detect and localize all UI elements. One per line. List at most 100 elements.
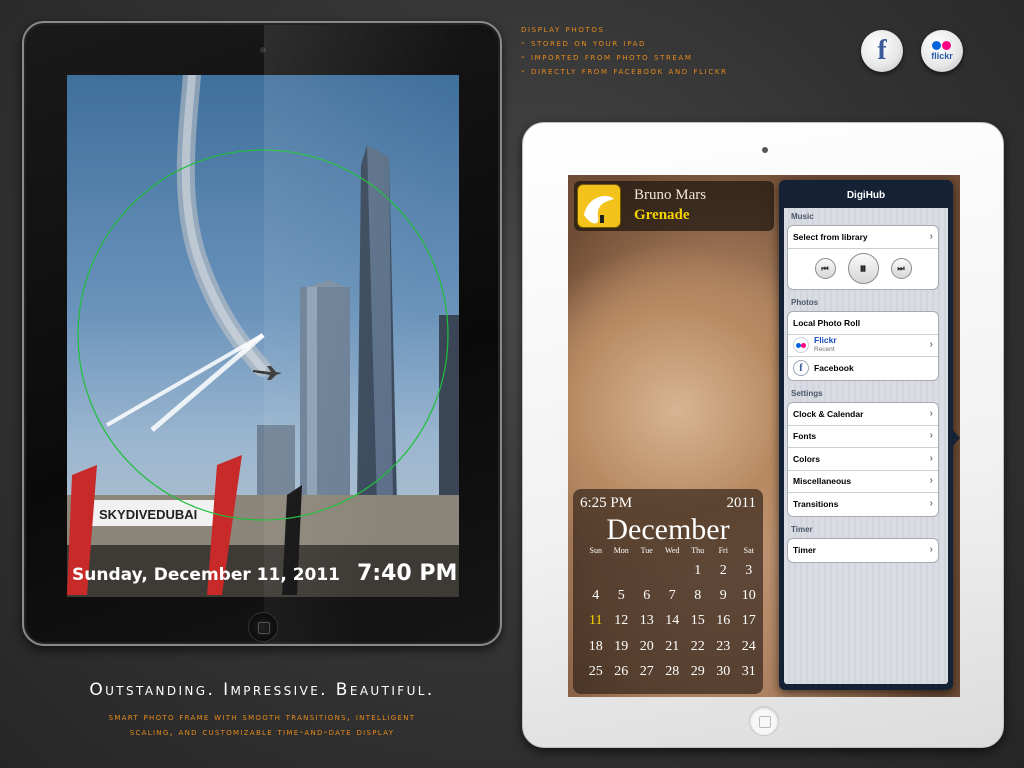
calendar-day: 23	[716, 638, 731, 654]
row-label: Timer	[793, 545, 816, 556]
calendar-day: 11	[589, 613, 603, 629]
popover-arrow	[952, 429, 960, 447]
home-button[interactable]	[248, 612, 278, 642]
facebook-row[interactable]: f Facebook	[788, 357, 938, 380]
calendar-day: 7	[668, 588, 676, 604]
weekday-label: Wed	[665, 546, 680, 555]
chevron-right-icon: ›	[929, 230, 933, 242]
calendar-day	[660, 563, 686, 588]
calendar-grid: 1 2 3 4 5 6 7 8 9 10 11 12 13 14 15 16 17 18 19 20 21 22 23 24 2…	[583, 563, 762, 689]
calendar-day: 28	[665, 663, 680, 679]
calendar-day: 3	[745, 563, 753, 578]
row-sublabel: Recent	[814, 346, 835, 354]
popover-title: DigiHub	[846, 190, 886, 201]
calendar-day: 4	[592, 588, 600, 604]
chevron-right-icon: ›	[929, 430, 933, 442]
chevron-right-icon: ›	[929, 498, 933, 510]
weekday-label: Fri	[718, 546, 728, 555]
calendar-widget: 6:25 PM 20 11 December Sun Mon Tue Wed Th…	[573, 489, 763, 694]
flickr-wordmark: flickr	[931, 51, 953, 61]
calendar-day: 22	[690, 638, 705, 654]
promo-subtext-line: smart photo frame with smooth transition…	[108, 712, 416, 723]
feature-list: display photos - stored on your iPad - i…	[521, 23, 728, 79]
flickr-icon: flickr	[931, 41, 953, 61]
calendar-day: 24	[741, 638, 756, 654]
settings-group: Clock & Calendar › Fonts › Colors › Misc…	[787, 402, 939, 517]
weekday-label: Thu	[691, 546, 705, 555]
music-group: Select from library › ⏮ ⏸ ⏭	[787, 225, 939, 290]
photo-frame-screen[interactable]: SKYDIVEDUBAI Sunday, December 11, 2011 7…	[67, 75, 459, 597]
grenade-album-icon	[584, 196, 614, 224]
chevron-right-icon: ›	[929, 475, 933, 487]
calendar-day: 18	[588, 638, 603, 654]
facebook-icon: f	[877, 35, 887, 66]
calendar-day: 14	[665, 613, 680, 629]
now-playing-panel[interactable]: Bruno Mars Grenade	[574, 181, 774, 231]
calendar-day: 27	[639, 663, 654, 679]
calendar-day: 10	[741, 588, 756, 604]
calendar-day: 5	[617, 588, 625, 604]
flickr-button[interactable]: flickr	[921, 30, 963, 72]
settings-row[interactable]: Transitions ›	[788, 493, 938, 516]
settings-row[interactable]: Colors ›	[788, 448, 938, 471]
ipad-black-device: SKYDIVEDUBAI Sunday, December 11, 2011 7…	[22, 21, 502, 646]
facebook-button[interactable]: f	[861, 30, 903, 72]
calendar-day: 15	[690, 613, 705, 629]
section-header-music: Music	[791, 212, 814, 221]
promo-subtext: smart photo frame with smooth transition…	[20, 710, 504, 740]
now-playing-song: Grenade	[634, 207, 690, 223]
calendar-month: December	[606, 513, 730, 546]
calendar-day: 17	[741, 613, 756, 629]
row-label: Clock & Calendar	[793, 408, 864, 419]
home-button[interactable]	[749, 706, 779, 736]
previous-track-button[interactable]: ⏮	[814, 258, 836, 279]
chevron-right-icon: ›	[929, 339, 933, 351]
row-label: Colors	[793, 453, 820, 464]
promo-headline: Outstanding. Impressive. Beautiful.	[89, 680, 435, 700]
flickr-row[interactable]: Flickr Recent ›	[788, 335, 938, 357]
calendar-day: 29	[690, 663, 705, 679]
chevron-right-icon: ›	[929, 407, 933, 419]
settings-row[interactable]: Miscellaneous ›	[788, 471, 938, 493]
row-label: Facebook	[814, 363, 854, 374]
weekday-label: Sun	[589, 546, 602, 555]
timer-row[interactable]: Timer ›	[788, 539, 938, 562]
feature-line: - imported from photo stream	[521, 52, 693, 63]
feature-line: - directly from facebook and flickr	[521, 66, 728, 77]
settings-screen[interactable]: Bruno Mars Grenade 6:25 PM 20 11 December…	[568, 175, 960, 697]
calendar-day: 20	[639, 638, 654, 654]
row-label: Fonts	[793, 431, 817, 442]
section-header-settings: Settings	[791, 389, 823, 398]
analog-clock-overlay: Sunday, December 11, 2011 7:40 PM	[72, 149, 457, 586]
select-from-library-row[interactable]: Select from library ›	[788, 226, 938, 249]
row-label: Flickr	[814, 335, 837, 346]
chevron-right-icon: ›	[929, 452, 933, 464]
ipad-white-device: Bruno Mars Grenade 6:25 PM 20 11 December…	[522, 122, 1004, 748]
settings-row[interactable]: Fonts ›	[788, 426, 938, 448]
photos-group: Local Photo Roll Flickr Recent › f Faceb…	[787, 311, 939, 381]
calendar-day: 6	[643, 588, 651, 604]
section-header-photos: Photos	[791, 298, 819, 307]
calendar-day: 2	[719, 563, 727, 578]
calendar-day: 21	[665, 638, 680, 654]
local-photo-roll-row[interactable]: Local Photo Roll	[788, 312, 938, 335]
feature-line: display photos	[521, 24, 605, 35]
calendar-day: 30	[716, 663, 731, 679]
pause-button[interactable]: ⏸	[847, 253, 879, 284]
calendar-day: 13	[639, 613, 654, 629]
calendar-day: 1	[694, 563, 702, 578]
date-display: Sunday, December 11, 2011	[72, 565, 340, 585]
next-track-button[interactable]: ⏭	[890, 258, 912, 279]
row-label: Transitions	[793, 499, 839, 510]
timer-group: Timer ›	[787, 538, 939, 563]
weekday-label: Tue	[640, 546, 653, 555]
calendar-day: 26	[614, 663, 629, 679]
calendar-day	[583, 563, 609, 588]
digihub-popover: DigiHub Music Select from library › ⏮ ⏸ …	[779, 180, 953, 690]
calendar-time: 6:25 PM	[580, 495, 633, 511]
camera-icon	[260, 47, 266, 53]
facebook-icon: f	[793, 360, 809, 377]
calendar-weekday-header: Sun Mon Tue Wed Thu Fri Sat	[583, 546, 762, 555]
playback-controls: ⏮ ⏸ ⏭	[788, 249, 938, 289]
settings-row[interactable]: Clock & Calendar ›	[788, 403, 938, 426]
